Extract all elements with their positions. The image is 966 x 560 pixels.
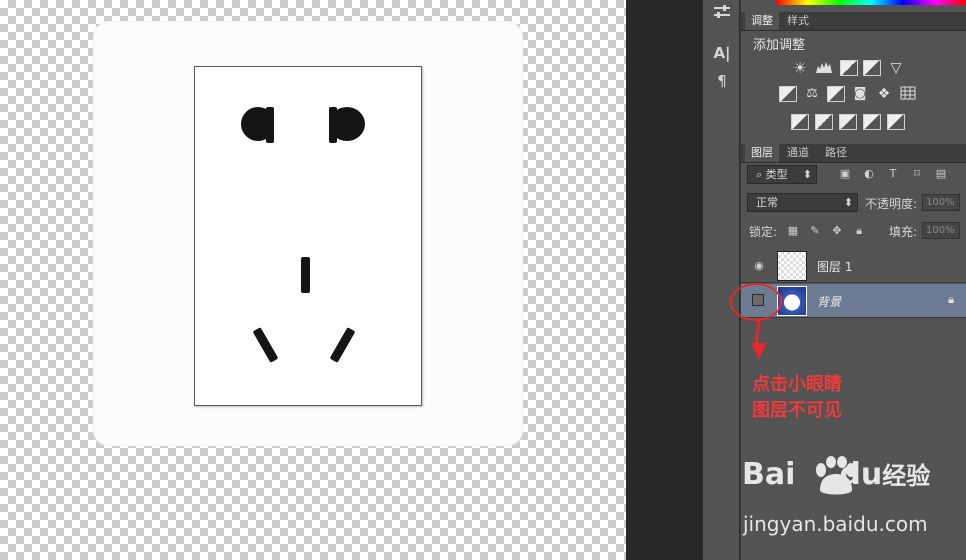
socket-slot-right (329, 327, 356, 363)
tab-adjustments[interactable]: 调整 (745, 12, 779, 30)
filter-type-icon[interactable]: T (886, 167, 900, 181)
tab-channels[interactable]: 通道 (781, 144, 815, 162)
annotation-arrow-head (751, 343, 767, 359)
opacity-input[interactable]: 100% (922, 194, 960, 211)
gradient-map-icon[interactable] (863, 114, 881, 130)
annotation-text-line2: 图层不可见 (752, 400, 842, 421)
socket-hole-ground (301, 257, 310, 293)
annotation-text-line1: 点击小眼睛 (752, 374, 842, 395)
add-adjustment-title: 添加调整 (753, 38, 806, 53)
threshold-icon[interactable] (839, 114, 857, 130)
brightness-contrast-icon[interactable]: ☀ (791, 60, 809, 76)
photo-filter-icon[interactable]: ◙ (851, 86, 869, 102)
annotation-circle (730, 283, 782, 321)
socket-hole-left-stem (266, 107, 274, 143)
hue-saturation-icon[interactable] (779, 86, 797, 102)
chevron-updown-icon: ⬍ (802, 168, 812, 181)
layer-row[interactable]: ◉ 图层 1 (741, 249, 966, 283)
layer-name[interactable]: 背景 (817, 293, 841, 310)
blend-mode-select[interactable]: 正常 ⬍ (747, 193, 858, 212)
paragraph-panel-icon[interactable]: ¶ (711, 70, 733, 92)
properties-sliders-icon[interactable] (711, 4, 733, 26)
filter-smartobject-icon[interactable]: ▤ (934, 167, 948, 181)
socket-plate-image (93, 21, 523, 446)
search-icon: ⌕ (756, 168, 766, 181)
selective-color-icon[interactable] (887, 114, 905, 130)
socket-face (194, 66, 422, 406)
collapsed-panel-strip: A| ¶ (702, 0, 740, 560)
filter-adjustment-icon[interactable]: ◐ (862, 167, 876, 181)
opacity-label: 不透明度: (865, 197, 918, 211)
layer-thumbnail (777, 251, 807, 281)
fill-label: 填充: (889, 225, 918, 239)
levels-icon[interactable] (815, 60, 833, 76)
socket-hole-right-stem (329, 107, 337, 143)
workspace-background (626, 0, 702, 560)
adjustments-tabbar: 调整 样式 (741, 12, 966, 31)
posterize-icon[interactable] (815, 114, 833, 130)
document-canvas[interactable] (0, 0, 626, 560)
chevron-updown-icon: ⬍ (843, 196, 853, 209)
exposure-icon[interactable] (863, 60, 881, 76)
character-panel-icon[interactable]: A| (711, 42, 733, 64)
color-lookup-icon[interactable] (899, 86, 917, 102)
lock-label: 锁定: (749, 225, 778, 239)
curves-icon[interactable] (840, 60, 858, 76)
fill-input[interactable]: 100% (922, 222, 960, 239)
lock-position-move-icon[interactable]: ✥ (830, 224, 844, 238)
lock-all-padlock-icon[interactable]: 🔒︎ (852, 224, 866, 238)
vibrance-icon[interactable]: ▽ (887, 60, 905, 76)
filter-shape-icon[interactable]: ⌑ (910, 167, 924, 181)
layers-tabbar: 图层 通道 路径 (741, 144, 966, 163)
black-white-icon[interactable] (827, 86, 845, 102)
watermark-url: jingyan.baidu.com (743, 512, 928, 536)
layer-filter-kind-select[interactable]: ⌕ 类型 ⬍ (747, 165, 817, 184)
channel-mixer-icon[interactable]: ❖ (875, 86, 893, 102)
tab-styles[interactable]: 样式 (781, 12, 815, 30)
lock-transparent-icon[interactable]: ▦ (786, 224, 800, 238)
eye-visibility-icon[interactable]: ◉ (752, 259, 766, 273)
color-balance-icon[interactable]: ⚖ (803, 86, 821, 102)
filter-pixel-icon[interactable]: ▣ (838, 167, 852, 181)
tab-paths[interactable]: 路径 (819, 144, 853, 162)
socket-slot-left (252, 327, 279, 363)
paw-icon (816, 456, 856, 495)
padlock-icon: 🔒︎ (948, 293, 954, 306)
layer-name[interactable]: 图层 1 (817, 258, 852, 275)
lock-pixels-brush-icon[interactable]: ✎ (808, 224, 822, 238)
color-spectrum-strip[interactable] (776, 0, 966, 5)
tab-layers[interactable]: 图层 (745, 144, 779, 162)
invert-icon[interactable] (791, 114, 809, 130)
